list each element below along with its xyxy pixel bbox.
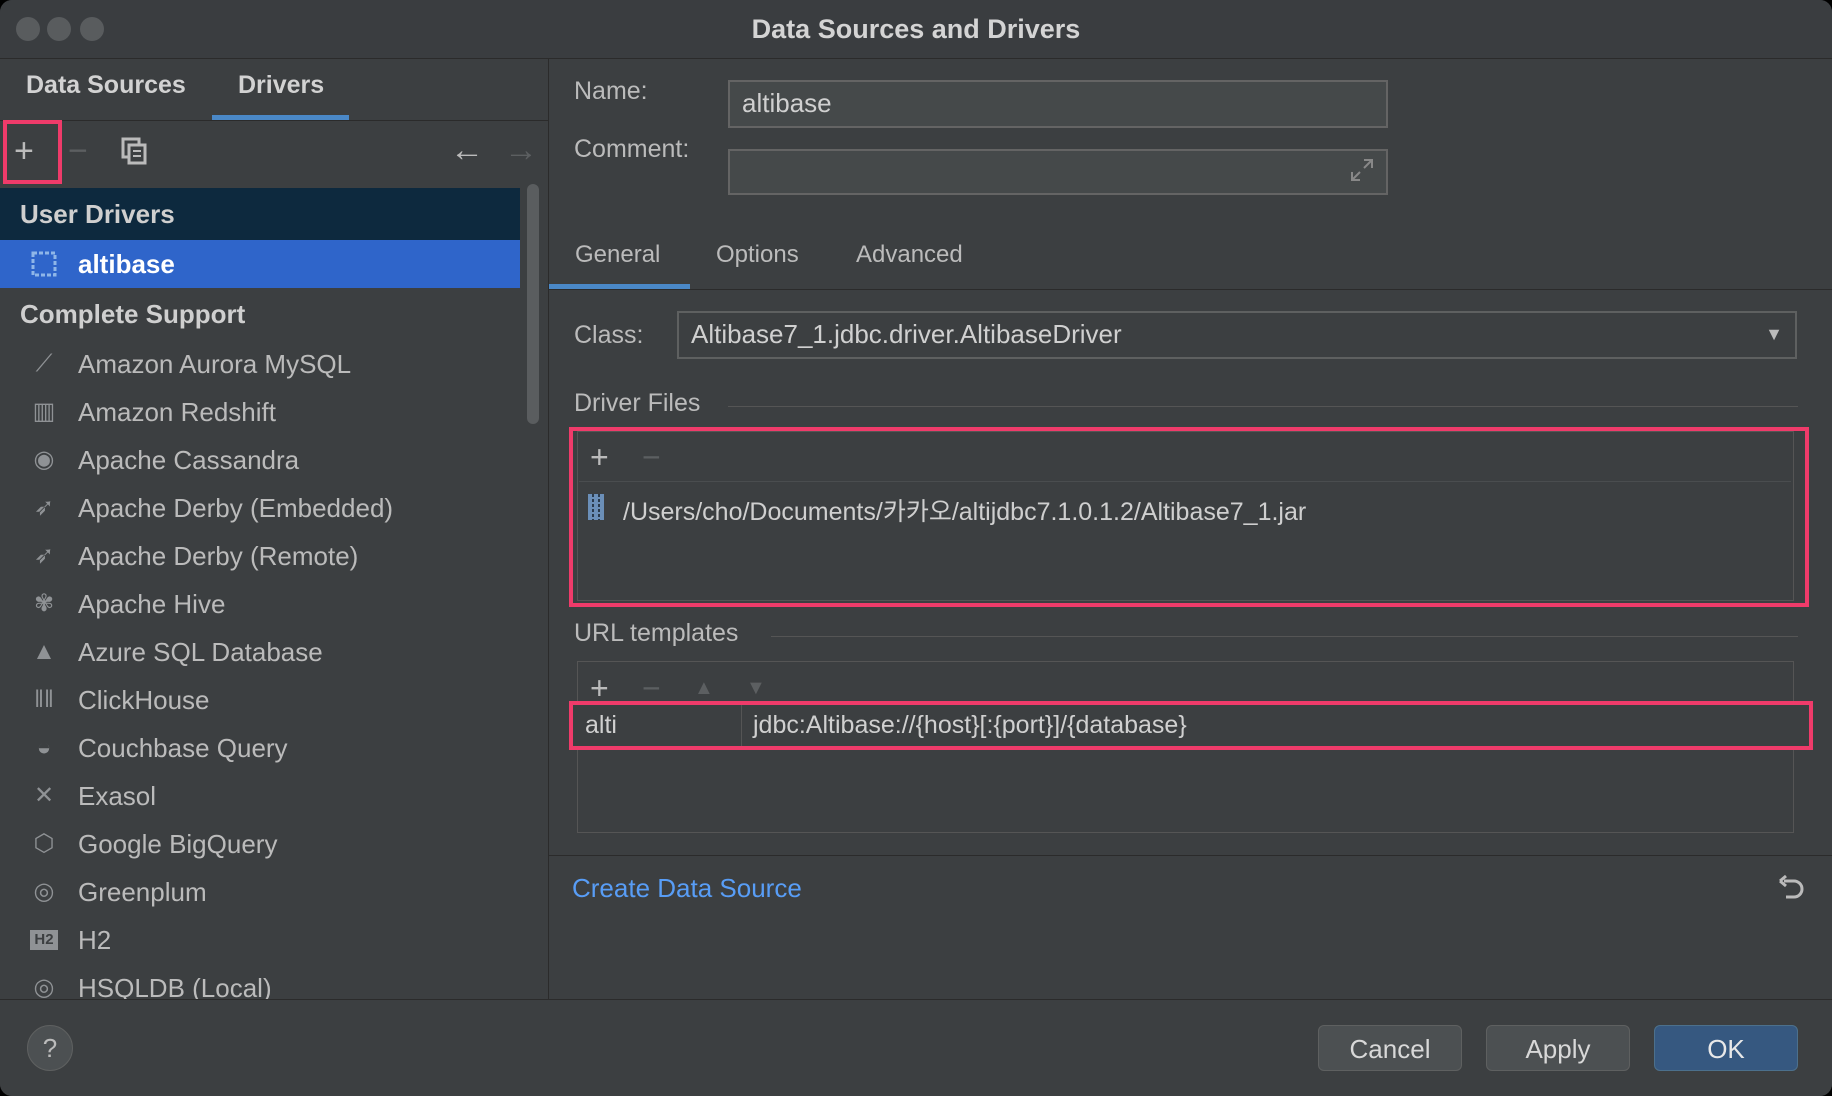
azure-icon: ▲ <box>32 638 56 665</box>
clickhouse-icon: ‖‖ <box>34 686 54 713</box>
driver-files-highlight <box>569 427 1809 607</box>
tab-options[interactable]: Options <box>716 241 799 269</box>
apply-button[interactable]: Apply <box>1486 1025 1630 1071</box>
tab-drivers[interactable]: Drivers <box>238 71 324 117</box>
group-user-drivers: User Drivers <box>0 188 520 240</box>
tab-data-sources[interactable]: Data Sources <box>26 71 186 117</box>
driver-item[interactable]: ⬡ Google BigQuery <box>0 820 520 868</box>
tab-divider <box>0 120 548 121</box>
dialog-window: Data Sources and Drivers Data Sources Dr… <box>0 0 1832 1096</box>
redshift-icon: ▥ <box>32 398 56 425</box>
section-divider <box>728 406 1798 407</box>
driver-item[interactable]: ◉ Apache Cassandra <box>0 436 520 484</box>
hsqldb-icon: ◎ <box>33 974 55 1000</box>
help-button[interactable]: ? <box>27 1025 73 1071</box>
driver-item-label: Exasol <box>78 781 157 811</box>
window-title: Data Sources and Drivers <box>751 14 1081 44</box>
ok-button[interactable]: OK <box>1654 1025 1798 1071</box>
url-template-highlight <box>569 701 1813 750</box>
back-arrow-icon[interactable]: ← <box>450 133 484 167</box>
driver-item-label: Couchbase Query <box>78 733 288 763</box>
forward-arrow-icon[interactable]: → <box>504 133 538 167</box>
driver-item[interactable]: ◎ HSQLDB (Local) <box>0 964 520 1000</box>
tab-advanced[interactable]: Advanced <box>856 241 963 269</box>
dialog-footer: ? Cancel Apply OK <box>0 999 1832 1096</box>
cassandra-icon: ◉ <box>33 446 55 473</box>
move-up-icon[interactable]: ▲ <box>694 677 714 700</box>
aurora-icon: ⟋ <box>35 350 53 377</box>
driver-icon <box>30 250 58 278</box>
tab-divider <box>549 289 1832 290</box>
scrollbar[interactable] <box>527 184 539 424</box>
bigquery-icon: ⬡ <box>33 830 55 857</box>
driver-item[interactable]: ⟋ Amazon Aurora MySQL <box>0 340 520 388</box>
remove-driver-icon[interactable]: − <box>68 134 88 168</box>
footer-divider <box>549 855 1832 856</box>
section-divider <box>771 636 1798 637</box>
couchbase-icon: ◒ <box>36 734 52 761</box>
comment-label: Comment: <box>574 135 690 163</box>
add-button-highlight <box>3 120 62 184</box>
driver-item[interactable]: ◒ Couchbase Query <box>0 724 520 772</box>
h2-icon: H2 <box>30 930 58 950</box>
class-value: Altibase7_1.jdbc.driver.AltibaseDriver <box>691 319 1122 349</box>
class-label: Class: <box>574 321 644 349</box>
driver-item-label: H2 <box>78 925 112 955</box>
hive-icon: ✾ <box>33 590 55 617</box>
driver-item-altibase[interactable]: altibase <box>0 240 520 288</box>
driver-item-label: Apache Hive <box>78 589 226 619</box>
driver-list[interactable]: User Drivers altibase Complete Support ⟋… <box>0 188 520 1000</box>
driver-item-label: Amazon Aurora MySQL <box>78 349 352 379</box>
left-panel: Data Sources Drivers + − ← → User Driver… <box>0 59 549 1000</box>
driver-item-label: Apache Derby (Embedded) <box>78 493 394 523</box>
driver-item[interactable]: ➶ Apache Derby (Remote) <box>0 532 520 580</box>
driver-item[interactable]: ➶ Apache Derby (Embedded) <box>0 484 520 532</box>
derby-icon: ➶ <box>33 542 55 569</box>
derby-icon: ➶ <box>33 494 55 521</box>
url-templates-title: URL templates <box>574 619 739 647</box>
driver-item[interactable]: H2 H2 <box>0 916 520 964</box>
driver-item[interactable]: ◎ Greenplum <box>0 868 520 916</box>
name-label: Name: <box>574 77 648 105</box>
driver-item-label: altibase <box>78 249 175 279</box>
cancel-button[interactable]: Cancel <box>1318 1025 1462 1071</box>
driver-files-title: Driver Files <box>574 389 701 417</box>
title-bar: Data Sources and Drivers <box>0 0 1832 59</box>
exasol-icon: ✕ <box>33 782 55 809</box>
chevron-down-icon: ▼ <box>1765 324 1783 344</box>
driver-item[interactable]: ▲ Azure SQL Database <box>0 628 520 676</box>
driver-item[interactable]: ✕ Exasol <box>0 772 520 820</box>
driver-settings-panel: Name: altibase Comment: General Options … <box>549 59 1832 999</box>
expand-icon[interactable] <box>1349 157 1375 183</box>
driver-item-label: Apache Derby (Remote) <box>78 541 359 571</box>
driver-item[interactable]: ▥ Amazon Redshift <box>0 388 520 436</box>
driver-item-label: ClickHouse <box>78 685 210 715</box>
move-down-icon[interactable]: ▼ <box>746 677 766 700</box>
comment-field[interactable] <box>728 149 1388 195</box>
driver-item-label: Greenplum <box>78 877 207 907</box>
add-template-icon[interactable]: + <box>590 672 609 704</box>
revert-icon[interactable] <box>1776 873 1806 903</box>
driver-item-label: Amazon Redshift <box>78 397 276 427</box>
name-field[interactable]: altibase <box>728 80 1388 128</box>
driver-item-label: Google BigQuery <box>78 829 278 859</box>
driver-item[interactable]: ✾ Apache Hive <box>0 580 520 628</box>
driver-item[interactable]: ‖‖ ClickHouse <box>0 676 520 724</box>
class-dropdown[interactable]: Altibase7_1.jdbc.driver.AltibaseDriver ▼ <box>677 311 1797 359</box>
driver-item-label: Azure SQL Database <box>78 637 323 667</box>
driver-item-label: HSQLDB (Local) <box>78 973 272 1000</box>
tab-general[interactable]: General <box>575 241 660 269</box>
group-complete-support: Complete Support <box>20 299 246 329</box>
copy-icon[interactable] <box>121 137 147 165</box>
remove-template-icon[interactable]: − <box>642 672 661 704</box>
driver-item-label: Apache Cassandra <box>78 445 300 475</box>
create-data-source-link[interactable]: Create Data Source <box>572 873 802 904</box>
greenplum-icon: ◎ <box>33 878 55 905</box>
